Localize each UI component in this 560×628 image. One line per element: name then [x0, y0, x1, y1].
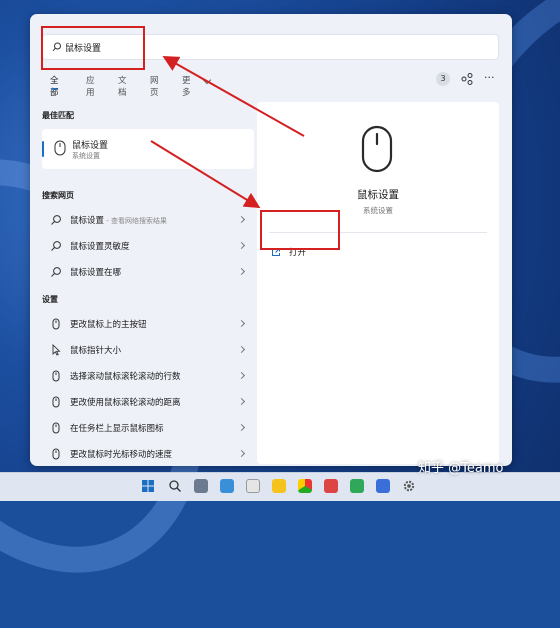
watermark: 知乎 @Teamo: [418, 461, 504, 476]
taskbar: [0, 472, 560, 501]
annotation-arrows: [150, 56, 305, 209]
folder-icon[interactable]: [272, 479, 286, 493]
gear-icon[interactable]: [402, 479, 416, 493]
edge-icon[interactable]: [350, 479, 364, 493]
taskview-icon[interactable]: [194, 479, 208, 493]
search-icon[interactable]: [168, 479, 182, 493]
widgets-icon[interactable]: [220, 479, 234, 493]
annotation-arrow: [162, 56, 305, 137]
annotation-arrow: [150, 140, 261, 209]
store-icon[interactable]: [376, 479, 390, 493]
photos-icon[interactable]: [324, 479, 338, 493]
windows-start-icon[interactable]: [141, 479, 155, 493]
chat-icon[interactable]: [246, 479, 260, 493]
chrome-icon[interactable]: [298, 479, 312, 493]
